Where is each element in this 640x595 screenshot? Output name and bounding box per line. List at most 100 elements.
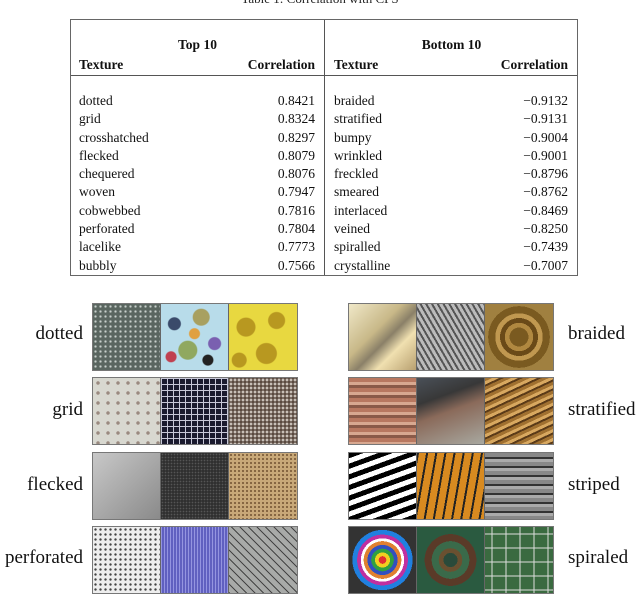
figure-label-left: grid [52, 399, 83, 420]
top-10-rows: dotted 0.8421 grid 0.8324 crosshatched 0.8297… [71, 93, 324, 276]
table-row: stratified −0.9131 [326, 111, 577, 129]
texture-image [485, 304, 553, 370]
correlation-value: −0.7007 [523, 257, 568, 273]
table-row: crosshatched 0.8297 [71, 130, 324, 148]
table-row: spiralled −0.7439 [326, 239, 577, 257]
correlation-value: −0.8796 [523, 166, 568, 182]
correlation-value: 0.7566 [277, 257, 315, 273]
texture-image [485, 453, 553, 519]
texture-name: spiralled [334, 239, 381, 255]
correlation-value: −0.8762 [523, 184, 568, 200]
texture-image [417, 378, 485, 444]
bottom-texture-header: Texture [334, 57, 379, 72]
figure-label-left: perforated [4, 547, 83, 568]
table-row: lacelike 0.7773 [71, 239, 324, 257]
table-caption: Table 1: Correlation with CPS [0, 0, 640, 7]
table-row: woven 0.7947 [71, 184, 324, 202]
table-row: freckled −0.8796 [326, 166, 577, 184]
texture-image [349, 527, 417, 593]
table-row: crystalline −0.7007 [326, 258, 577, 276]
figure-label-left: flecked [27, 474, 83, 495]
texture-image [93, 527, 161, 593]
texture-row-spiraled [348, 526, 554, 594]
texture-name: cobwebbed [79, 202, 141, 218]
correlation-value: 0.7947 [277, 184, 315, 200]
texture-name: braided [334, 93, 375, 108]
table-row: chequered 0.8076 [71, 166, 324, 184]
texture-name: flecked [79, 147, 119, 163]
correlation-value: 0.8079 [277, 147, 315, 163]
texture-row-perforated [92, 526, 298, 594]
texture-name: perforated [79, 221, 135, 237]
figure-label-right: striped [568, 474, 620, 495]
bottom-10-rows: braided −0.9132 stratified −0.9131 bumpy −0.9… [326, 93, 577, 276]
correlation-value: −0.8250 [523, 221, 568, 237]
texture-image [93, 453, 161, 519]
figure-label-right: spiraled [568, 547, 629, 568]
texture-row-striped [348, 452, 554, 520]
top-correlation-header: Correlation [247, 57, 315, 72]
texture-name: woven [79, 184, 115, 200]
correlation-value: −0.9131 [523, 111, 568, 127]
texture-row-dotted [92, 303, 298, 371]
correlation-value: 0.8421 [277, 93, 315, 108]
texture-image [417, 527, 485, 593]
correlation-table: Top 10 Texture Correlation dotted 0.8421 g… [70, 19, 578, 276]
correlation-value: −0.9132 [523, 93, 568, 108]
correlation-value: 0.8324 [277, 111, 315, 127]
table-row: smeared −0.8762 [326, 184, 577, 202]
top-10-heading: Top 10 [178, 37, 217, 52]
texture-image [349, 378, 417, 444]
texture-image [161, 304, 229, 370]
texture-image [161, 453, 229, 519]
bottom-correlation-header: Correlation [500, 57, 568, 72]
texture-name: grid [79, 111, 101, 127]
texture-image [417, 304, 485, 370]
table-row: veined −0.8250 [326, 221, 577, 239]
texture-name: dotted [79, 93, 113, 108]
correlation-value: −0.9001 [523, 147, 568, 163]
texture-row-flecked [92, 452, 298, 520]
texture-image [93, 304, 161, 370]
texture-name: wrinkled [334, 147, 382, 163]
correlation-value: 0.7773 [277, 239, 315, 255]
figure-label-left: dotted [35, 323, 84, 344]
texture-name: chequered [79, 166, 135, 182]
correlation-value: 0.7804 [277, 221, 315, 237]
texture-image [485, 378, 553, 444]
table-row: braided −0.9132 [326, 93, 577, 111]
texture-row-stratified [348, 377, 554, 445]
texture-row-grid [92, 377, 298, 445]
correlation-value: −0.8469 [523, 202, 568, 218]
table-row: dotted 0.8421 [71, 93, 324, 111]
texture-image [349, 304, 417, 370]
texture-image [417, 453, 485, 519]
texture-image [161, 527, 229, 593]
texture-name: bubbly [79, 257, 117, 273]
texture-name: crosshatched [79, 129, 149, 145]
table-row: interlaced −0.8469 [326, 203, 577, 221]
texture-name: crystalline [334, 257, 391, 273]
correlation-value: 0.8297 [277, 129, 315, 145]
texture-name: veined [334, 221, 370, 237]
texture-image [485, 527, 553, 593]
table-row: perforated 0.7804 [71, 221, 324, 239]
correlation-value: −0.7439 [523, 239, 568, 255]
table-row: grid 0.8324 [71, 111, 324, 129]
bottom-10-heading: Bottom 10 [421, 37, 482, 52]
texture-image [161, 378, 229, 444]
table-row: bumpy −0.9004 [326, 130, 577, 148]
table-row: cobwebbed 0.7816 [71, 203, 324, 221]
correlation-value: −0.9004 [523, 129, 568, 145]
texture-image [229, 527, 297, 593]
texture-name: lacelike [79, 239, 121, 255]
figure-label-right: braided [568, 323, 625, 344]
top-texture-header: Texture [79, 57, 124, 72]
table-row: wrinkled −0.9001 [326, 148, 577, 166]
texture-name: smeared [334, 184, 379, 200]
correlation-value: 0.8076 [277, 166, 315, 182]
table-row: bubbly 0.7566 [71, 258, 324, 276]
correlation-value: 0.7816 [277, 202, 315, 218]
texture-image [229, 453, 297, 519]
texture-image [229, 378, 297, 444]
